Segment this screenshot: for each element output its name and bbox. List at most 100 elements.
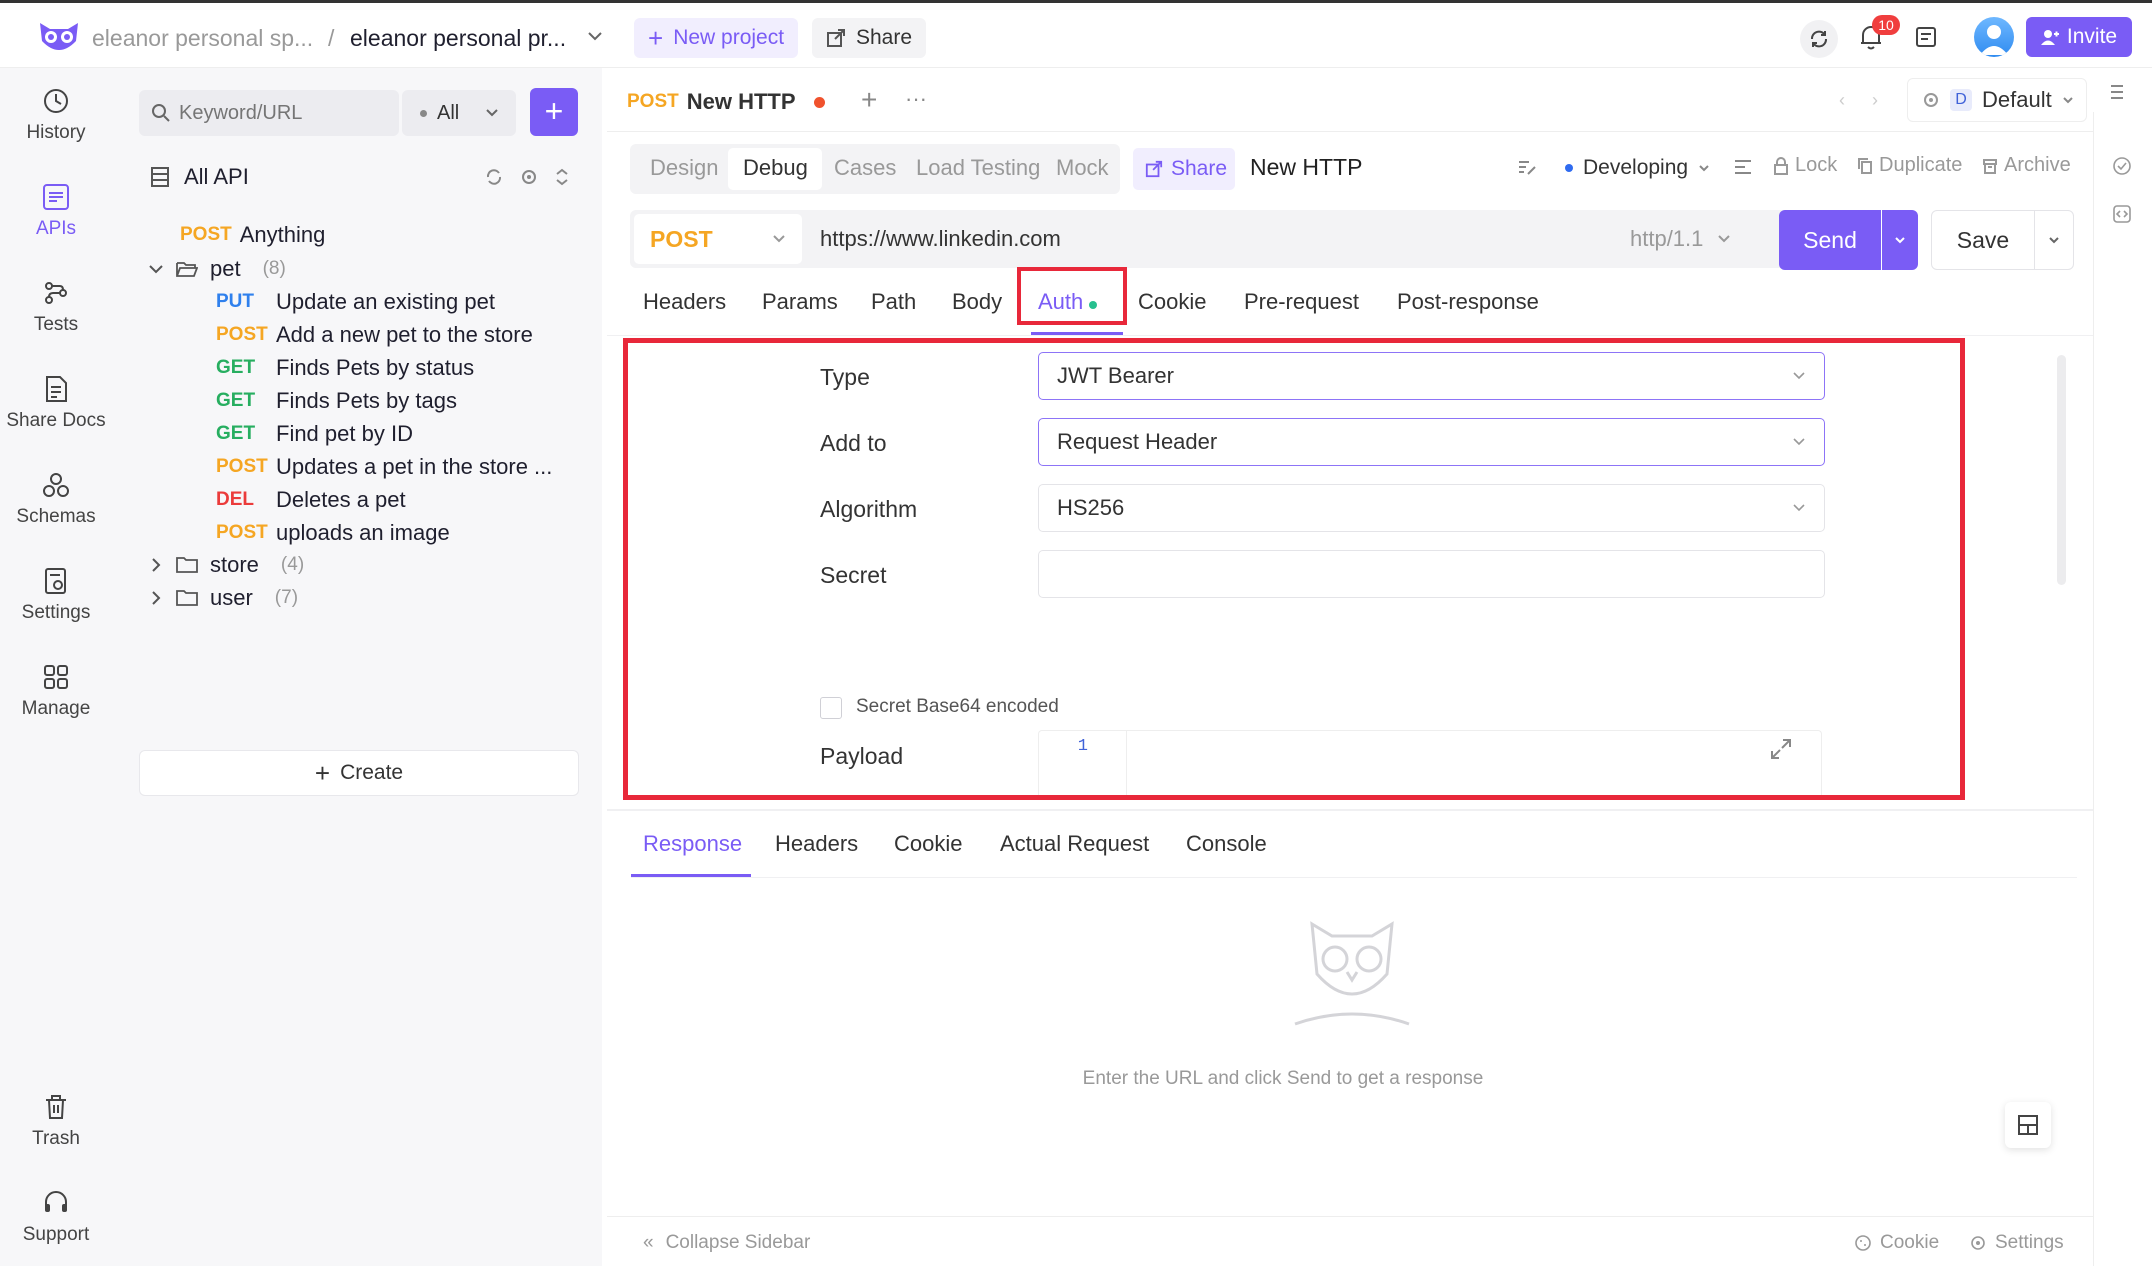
avatar[interactable] <box>1974 17 2014 57</box>
nav-schemas[interactable]: Schemas <box>0 470 112 528</box>
collapse-sidebar-button[interactable]: « Collapse Sidebar <box>643 1232 810 1254</box>
right-rail <box>2093 112 2152 1266</box>
environment-select[interactable]: D Default <box>1907 78 2087 122</box>
footer-cookie-button[interactable]: Cookie <box>1854 1232 1939 1254</box>
api-item[interactable]: POST Anything <box>180 222 325 248</box>
nav-apis[interactable]: APIs <box>0 182 112 240</box>
nav-label: APIs <box>35 218 77 239</box>
new-project-button[interactable]: + New project <box>634 18 799 58</box>
api-item[interactable]: DEL Deletes a pet <box>216 487 406 513</box>
nav-share-docs[interactable]: Share Docs <box>0 374 112 432</box>
env-name: Default <box>1982 87 2052 112</box>
nav-tests[interactable]: Tests <box>0 278 112 336</box>
send-button[interactable]: Send <box>1779 210 1881 270</box>
request-tab[interactable]: POST New HTTP <box>627 89 825 115</box>
nav-trash[interactable]: Trash <box>0 1092 112 1150</box>
menu-icon[interactable] <box>2093 80 2141 104</box>
resp-tab-headers[interactable]: Headers <box>775 831 858 857</box>
search-box[interactable] <box>139 90 399 136</box>
info-circle-icon[interactable] <box>2112 156 2132 176</box>
protocol-select[interactable]: http/1.1 <box>1630 226 1731 252</box>
nav-settings[interactable]: Settings <box>0 566 112 624</box>
resp-tab-actual-request[interactable]: Actual Request <box>1000 831 1149 857</box>
project-name[interactable]: eleanor personal pr... <box>350 25 566 52</box>
search-input[interactable] <box>179 101 329 125</box>
folder-user[interactable]: user (7) <box>148 585 298 611</box>
api-item[interactable]: GET Finds Pets by tags <box>216 388 457 414</box>
share-request-button[interactable]: Share <box>1133 148 1235 190</box>
save-dropdown-button[interactable] <box>2034 210 2074 270</box>
resp-tab-console[interactable]: Console <box>1186 831 1267 857</box>
nav-support[interactable]: Support <box>0 1188 112 1246</box>
share-icon <box>1145 160 1163 178</box>
api-item[interactable]: POST uploads an image <box>216 520 450 546</box>
tab-pre-request[interactable]: Pre-request <box>1244 289 1359 315</box>
status-select[interactable]: Developing <box>1565 156 1710 180</box>
folder-pet[interactable]: pet (8) <box>148 256 286 282</box>
mode-tab-load-testing[interactable]: Load Testing <box>916 155 1040 181</box>
locate-icon[interactable] <box>519 167 539 187</box>
tab-body[interactable]: Body <box>952 289 1002 315</box>
new-tab-plus-icon[interactable]: + <box>861 84 877 116</box>
all-api-row[interactable]: All API <box>150 164 249 190</box>
tab-title: New HTTP <box>686 89 796 114</box>
api-item[interactable]: POST Add a new pet to the store <box>216 322 533 348</box>
footer-settings-button[interactable]: Settings <box>1969 1232 2064 1254</box>
archive-button[interactable]: Archive <box>1982 154 2071 177</box>
resp-tab-response[interactable]: Response <box>643 831 742 857</box>
notes-icon[interactable] <box>1914 25 1938 49</box>
scroll-left-icon[interactable]: ‹ <box>1839 90 1845 111</box>
mode-tab-mock[interactable]: Mock <box>1056 155 1109 181</box>
invite-button[interactable]: Invite <box>2026 17 2132 57</box>
lock-label: Lock <box>1795 154 1838 176</box>
scroll-right-icon[interactable]: › <box>1872 90 1878 111</box>
nav-label: Schemas <box>16 506 96 527</box>
sync-icon[interactable] <box>1800 20 1838 58</box>
method-select[interactable]: POST <box>634 214 802 264</box>
layout-toggle-icon[interactable] <box>2005 1102 2051 1148</box>
api-item[interactable]: GET Finds Pets by status <box>216 355 474 381</box>
folder-store[interactable]: store (4) <box>148 552 304 578</box>
share-project-button[interactable]: Share <box>812 18 927 58</box>
api-item[interactable]: GET Find pet by ID <box>216 421 413 447</box>
folder-open-icon <box>176 262 198 277</box>
method-badge: GET <box>216 390 256 411</box>
more-icon[interactable]: ··· <box>905 86 927 112</box>
mode-tab-debug[interactable]: Debug <box>743 155 808 181</box>
highlight-box <box>623 338 1965 800</box>
tab-headers[interactable]: Headers <box>643 289 726 315</box>
panel-divider[interactable] <box>607 809 2093 811</box>
expand-collapse-icon[interactable] <box>554 167 570 187</box>
api-item[interactable]: PUT Update an existing pet <box>216 289 495 315</box>
request-name-field[interactable]: New HTTP <box>1250 154 1362 181</box>
url-input[interactable]: https://www.linkedin.com <box>820 226 1061 252</box>
method-value: POST <box>650 225 713 252</box>
mode-tab-cases[interactable]: Cases <box>834 155 896 181</box>
scrollbar[interactable] <box>2057 355 2066 585</box>
send-dropdown-button[interactable] <box>1882 210 1918 270</box>
nav-manage[interactable]: Manage <box>0 662 112 720</box>
tab-path[interactable]: Path <box>871 289 916 315</box>
lock-button[interactable]: Lock <box>1773 154 1837 177</box>
tab-params[interactable]: Params <box>762 289 838 315</box>
nav-history[interactable]: History <box>0 86 112 144</box>
resp-tab-cookie[interactable]: Cookie <box>894 831 962 857</box>
all-api-label: All API <box>184 164 249 189</box>
tab-post-response[interactable]: Post-response <box>1397 289 1539 315</box>
code-icon[interactable] <box>2112 204 2132 224</box>
duplicate-button[interactable]: Duplicate <box>1857 154 1962 177</box>
filter-select[interactable]: All <box>402 90 516 136</box>
edit-format-icon[interactable] <box>1517 158 1537 176</box>
api-item[interactable]: POST Updates a pet in the store ... <box>216 454 552 480</box>
align-icon[interactable] <box>1733 158 1753 176</box>
create-button[interactable]: + Create <box>139 750 579 796</box>
refresh-icon[interactable] <box>484 167 504 187</box>
left-nav: History APIs Tests Share Docs Schemas Se… <box>0 68 112 1266</box>
save-button[interactable]: Save <box>1931 210 2035 270</box>
tab-cookie[interactable]: Cookie <box>1138 289 1206 315</box>
chevron-down-icon[interactable] <box>586 29 604 43</box>
workspace-name[interactable]: eleanor personal sp... <box>92 25 313 52</box>
mode-tab-design[interactable]: Design <box>650 155 718 181</box>
add-api-button[interactable]: + <box>530 88 578 136</box>
duplicate-label: Duplicate <box>1879 154 1963 176</box>
